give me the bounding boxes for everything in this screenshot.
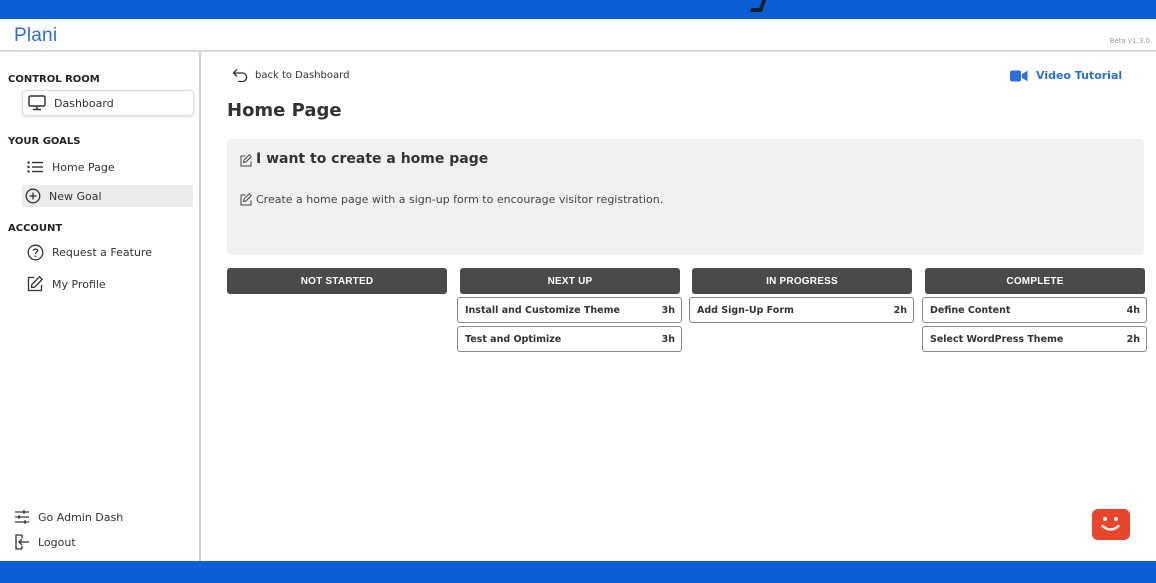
pencil-icon xyxy=(240,154,252,167)
task-name: Select WordPress Theme xyxy=(930,333,1064,345)
task-list: Install and Customize Theme 3h Test and … xyxy=(457,297,682,352)
header: Plani Beta v1.3.0 xyxy=(0,19,1156,52)
task-card[interactable]: Define Content 4h xyxy=(922,297,1147,323)
task-card[interactable]: Select WordPress Theme 2h xyxy=(922,326,1147,352)
video-tutorial-link[interactable]: Video Tutorial xyxy=(1010,69,1122,82)
plus-circle-icon xyxy=(25,188,41,204)
column-header[interactable]: IN PROGRESS xyxy=(692,268,912,294)
sliders-icon xyxy=(15,510,29,524)
logout-icon xyxy=(15,534,29,550)
back-arrow-icon xyxy=(232,69,248,82)
account-label: ACCOUNT xyxy=(8,223,63,234)
chat-widget-button[interactable] xyxy=(1092,509,1130,540)
edit-icon xyxy=(27,275,44,292)
video-tutorial-label: Video Tutorial xyxy=(1036,69,1123,82)
sidebar-item-label: My Profile xyxy=(52,277,106,291)
task-card[interactable]: Test and Optimize 3h xyxy=(457,326,682,352)
sidebar-item-home-page[interactable]: Home Page xyxy=(27,157,115,177)
task-card[interactable]: Add Sign-Up Form 2h xyxy=(689,297,914,323)
task-list: Define Content 4h Select WordPress Theme… xyxy=(922,297,1147,352)
sidebar-item-dashboard[interactable]: Dashboard xyxy=(22,90,194,116)
page-title: Home Page xyxy=(227,100,342,121)
sidebar-item-label: Logout xyxy=(38,535,76,549)
sidebar-item-admin-dash[interactable]: Go Admin Dash xyxy=(14,507,123,527)
sidebar-item-my-profile[interactable]: My Profile xyxy=(26,274,106,294)
main-content: back to Dashboard Video Tutorial Home Pa… xyxy=(202,52,1156,561)
task-estimate: 4h xyxy=(1126,304,1140,316)
logo[interactable]: Plani xyxy=(14,25,57,47)
column-header[interactable]: NOT STARTED xyxy=(227,268,447,294)
question-circle-icon xyxy=(27,244,44,260)
column-not-started: NOT STARTED xyxy=(227,268,453,294)
version-label: Beta v1.3.0 xyxy=(1109,37,1150,45)
task-name: Test and Optimize xyxy=(465,333,562,345)
goal-heading[interactable]: I want to create a home page xyxy=(240,151,488,167)
sidebar: CONTROL ROOM Dashboard YOUR GOALS Home P… xyxy=(0,52,201,561)
task-name: Add Sign-Up Form xyxy=(697,304,794,316)
video-camera-icon xyxy=(1010,70,1028,81)
pencil-icon xyxy=(240,193,252,206)
new-goal-button[interactable]: New Goal xyxy=(22,185,193,207)
column-complete: COMPLETE Define Content 4h Select WordPr… xyxy=(922,268,1151,352)
column-header[interactable]: COMPLETE xyxy=(925,268,1145,294)
title-fragment xyxy=(749,0,767,12)
task-name: Define Content xyxy=(930,304,1011,316)
sidebar-item-label: Home Page xyxy=(52,160,115,174)
sidebar-item-label: Go Admin Dash xyxy=(38,510,124,524)
goal-heading-text: I want to create a home page xyxy=(256,151,489,167)
sidebar-item-label: Dashboard xyxy=(54,96,114,110)
sidebar-item-request-feature[interactable]: Request a Feature xyxy=(27,242,152,262)
column-header[interactable]: NEXT UP xyxy=(460,268,680,294)
control-room-label: CONTROL ROOM xyxy=(8,74,100,85)
list-icon xyxy=(27,161,43,173)
task-estimate: 3h xyxy=(661,333,675,345)
chat-face-icon xyxy=(1101,517,1120,531)
task-estimate: 2h xyxy=(893,304,907,316)
new-goal-label: New Goal xyxy=(49,189,102,203)
goal-description[interactable]: Create a home page with a sign-up form t… xyxy=(240,193,663,206)
column-next-up: NEXT UP Install and Customize Theme 3h T… xyxy=(457,268,686,352)
task-name: Install and Customize Theme xyxy=(465,304,620,316)
task-card[interactable]: Install and Customize Theme 3h xyxy=(457,297,682,323)
monitor-icon xyxy=(28,95,46,111)
sidebar-item-logout[interactable]: Logout xyxy=(14,532,76,552)
your-goals-label: YOUR GOALS xyxy=(8,136,81,147)
column-in-progress: IN PROGRESS Add Sign-Up Form 2h xyxy=(689,268,918,323)
sidebar-item-label: Request a Feature xyxy=(52,245,152,259)
goal-card: I want to create a home page Create a ho… xyxy=(227,139,1144,255)
app-window: Plani Beta v1.3.0 CONTROL ROOM Dashboard… xyxy=(0,19,1156,561)
goal-description-text: Create a home page with a sign-up form t… xyxy=(256,193,664,206)
back-to-dashboard-link[interactable]: back to Dashboard xyxy=(232,68,349,82)
task-estimate: 2h xyxy=(1126,333,1140,345)
task-list: Add Sign-Up Form 2h xyxy=(689,297,914,323)
task-estimate: 3h xyxy=(661,304,675,316)
back-link-label: back to Dashboard xyxy=(255,69,350,81)
